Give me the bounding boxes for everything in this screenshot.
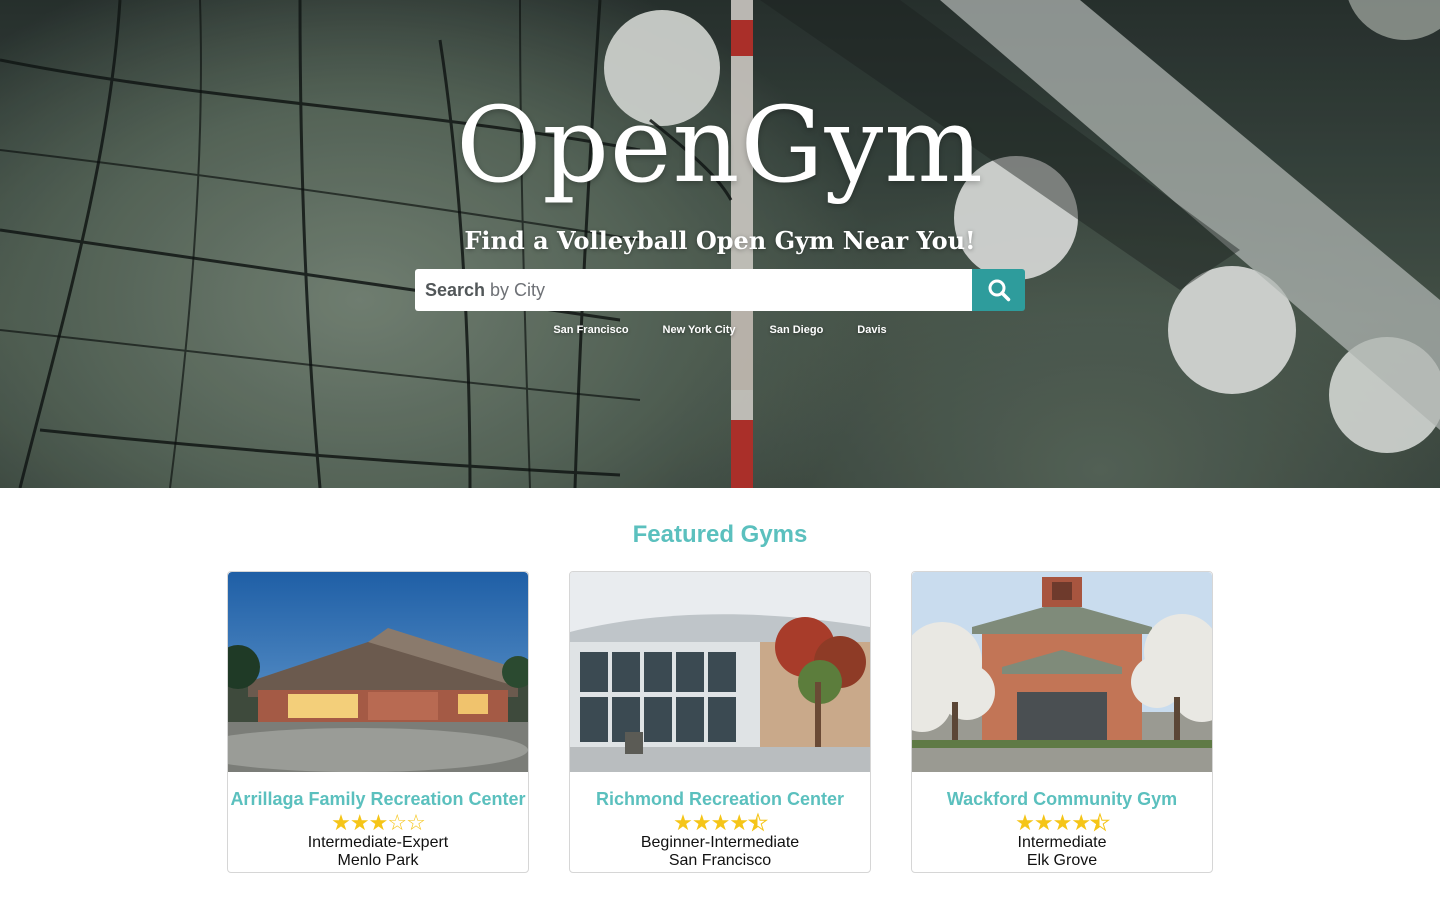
city-search-input[interactable] xyxy=(415,269,972,311)
quick-city-links: San Francisco New York City San Diego Da… xyxy=(0,324,1440,336)
gym-city: Menlo Park xyxy=(337,852,419,869)
quick-link-san-francisco[interactable]: San Francisco xyxy=(553,324,628,336)
gym-card-richmond[interactable]: Richmond Recreation Center ★★★★★ Beginne… xyxy=(569,571,871,873)
gym-photo-richmond xyxy=(570,572,870,772)
star-full-icon: ★ xyxy=(691,811,712,836)
star-full-icon: ★ xyxy=(368,811,389,836)
star-rating: ★★★☆☆ xyxy=(228,811,528,836)
search-bar: Search by City xyxy=(415,269,1025,311)
gym-card-arrillaga[interactable]: Arrillaga Family Recreation Center ★★★☆☆… xyxy=(227,571,529,873)
featured-gyms-list: Arrillaga Family Recreation Center ★★★☆☆… xyxy=(227,571,1213,873)
gym-photo-wackford xyxy=(912,572,1212,772)
star-full-icon: ★ xyxy=(1071,811,1091,836)
star-half-icon: ★ xyxy=(748,811,769,836)
gym-city: San Francisco xyxy=(668,852,772,869)
featured-gyms-heading: Featured Gyms xyxy=(632,521,808,548)
gym-name[interactable]: Wackford Community Gym xyxy=(912,789,1212,810)
search-icon xyxy=(988,279,1010,302)
gym-skill-level: Intermediate-Expert xyxy=(307,834,449,851)
gym-name[interactable]: Richmond Recreation Center xyxy=(570,789,870,810)
quick-link-san-diego[interactable]: San Diego xyxy=(770,324,824,336)
star-half-icon: ★ xyxy=(1090,811,1111,836)
quick-link-davis[interactable]: Davis xyxy=(857,324,886,336)
star-full-icon: ★ xyxy=(710,811,731,836)
gym-card-wackford[interactable]: Wackford Community Gym ★★★★★ Intermediat… xyxy=(911,571,1213,873)
gym-photo-arrillaga xyxy=(228,572,528,772)
search-button[interactable] xyxy=(972,269,1025,311)
hero-tagline: Find a Volleyball Open Gym Near You! xyxy=(464,226,976,255)
star-full-icon: ★ xyxy=(673,811,693,836)
star-full-icon: ★ xyxy=(331,811,351,836)
star-rating: ★★★★★ xyxy=(912,811,1212,836)
star-empty-icon: ☆ xyxy=(406,811,426,836)
gym-city: Elk Grove xyxy=(1026,852,1098,869)
gym-skill-level: Intermediate xyxy=(1017,834,1107,851)
star-full-icon: ★ xyxy=(349,811,370,836)
star-empty-icon: ☆ xyxy=(387,811,407,836)
star-full-icon: ★ xyxy=(729,811,749,836)
site-logo-title[interactable]: OpenGym xyxy=(0,84,1440,206)
star-full-icon: ★ xyxy=(1033,811,1054,836)
quick-link-new-york-city[interactable]: New York City xyxy=(663,324,736,336)
star-full-icon: ★ xyxy=(1052,811,1073,836)
star-full-icon: ★ xyxy=(1015,811,1035,836)
star-rating: ★★★★★ xyxy=(570,811,870,836)
gym-skill-level: Beginner-Intermediate xyxy=(640,834,800,851)
hero-banner: OpenGym Find a Volleyball Open Gym Near … xyxy=(0,0,1440,488)
gym-name[interactable]: Arrillaga Family Recreation Center xyxy=(228,789,528,810)
